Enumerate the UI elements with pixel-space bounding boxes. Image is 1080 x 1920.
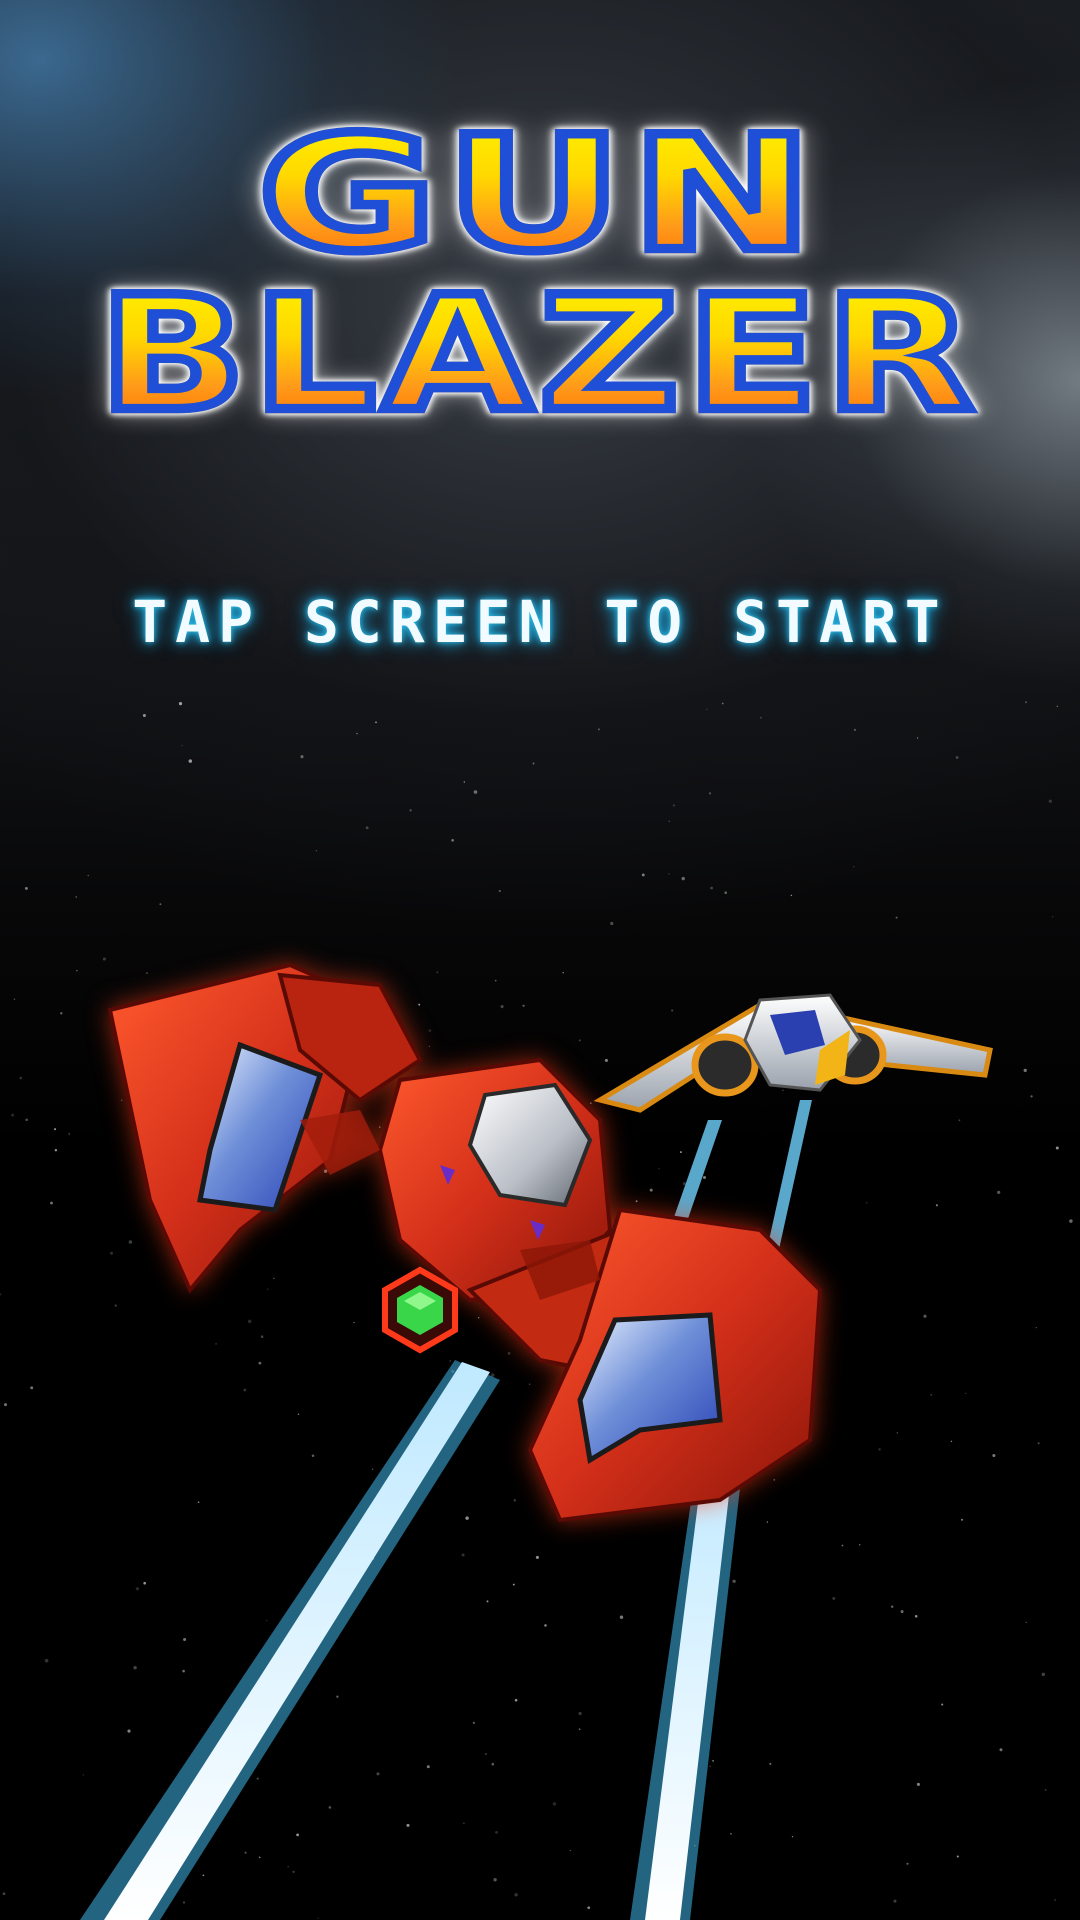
silver-orange-wingman-ship-icon	[593, 993, 993, 1113]
green-hexagon-core-icon	[382, 1266, 458, 1354]
ship-scene	[80, 962, 993, 1920]
title-screen-tap-area[interactable]: GUN BLAZER TAP SCREEN TO START	[0, 0, 1080, 1920]
